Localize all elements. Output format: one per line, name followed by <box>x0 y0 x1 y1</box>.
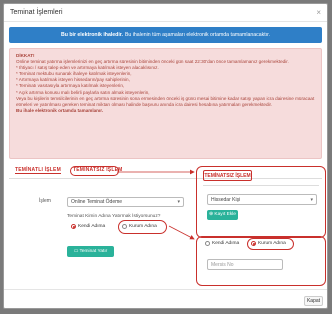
radio-kendi[interactable]: Kendi Adıma <box>71 224 105 229</box>
islem-label: İşlem <box>39 198 51 204</box>
radio-kurum[interactable]: Kurum Adına <box>122 224 157 229</box>
panel-radio-kurum-icon[interactable] <box>251 241 256 246</box>
panel-tab-teminatsiz[interactable]: TEMİNATSIZ İŞLEM <box>203 170 252 181</box>
kapat-button[interactable]: Kapat <box>304 296 323 306</box>
close-icon[interactable]: × <box>316 8 321 17</box>
arrow-kurum-to-panel <box>168 225 195 240</box>
radio-kendi-label: Kendi Adıma <box>78 224 106 229</box>
tab-teminatli[interactable]: TEMİNATLI İŞLEM <box>15 167 61 174</box>
teminat-question: Teminat Kimin Adına Yatırmak İstiyorsunu… <box>67 214 161 219</box>
modal-header: Teminat İşlemleri × <box>4 4 327 22</box>
panel-radio-kurum[interactable]: Kurum Adına <box>251 241 286 246</box>
warning-bold-line: Bu ihale elektronik ortamda tamamlanır. <box>16 107 104 113</box>
kurum-panel: Kendi Adıma Kurum Adına Mersis No <box>196 236 326 286</box>
radio-kurum-icon[interactable] <box>122 224 127 229</box>
teminat-yatir-button[interactable]: ▭ Teminat Yatır <box>67 246 114 257</box>
islem-select[interactable]: Online Teminat Ödeme ▾ <box>67 197 184 207</box>
mersis-input[interactable]: Mersis No <box>207 259 283 270</box>
warning-box: DİKKAT! Online teminat yatırma işlemleri… <box>9 48 322 159</box>
kayit-ekle-button[interactable]: ⊕ Kayıt Ekle <box>207 210 238 220</box>
warning-line: Veya bu kişilerin temsilcilerinin en geç… <box>16 95 315 107</box>
radio-kurum-label: Kurum Adına <box>129 224 157 229</box>
banner-bold-text: Bu bir elektronik ihaledir. <box>60 32 123 38</box>
panel-radio-kurum-label: Kurum Adına <box>258 241 286 246</box>
hissedar-select[interactable]: Hissedar Kişi ▾ <box>207 194 317 205</box>
tab-teminatsiz[interactable]: TEMİNATSIZ İŞLEM <box>73 167 123 173</box>
panel-radio-kendi[interactable]: Kendi Adıma <box>205 241 239 246</box>
info-banner: Bu bir elektronik ihaledir. Bu ihalenin … <box>9 27 322 43</box>
chevron-down-icon: ▾ <box>177 199 180 205</box>
modal-title: Teminat İşlemleri <box>10 9 63 16</box>
panel-divider <box>203 185 319 186</box>
panel-radio-kendi-icon[interactable] <box>205 241 210 246</box>
hissedar-select-value: Hissedar Kişi <box>211 197 241 203</box>
teminat-yatir-label: Teminat Yatır <box>79 249 108 254</box>
footer-divider <box>4 289 327 290</box>
islem-select-value: Online Teminat Ödeme <box>71 199 123 205</box>
kayit-ekle-label: Kayıt Ekle <box>214 212 236 217</box>
teminatsiz-panel: TEMİNATSIZ İŞLEM Hissedar Kişi ▾ ⊕ Kayıt… <box>196 166 326 238</box>
banner-text: Bu ihalenin tüm aşamaları elektronik ort… <box>124 32 270 38</box>
chevron-down-icon: ▾ <box>310 197 313 203</box>
radio-kendi-icon[interactable] <box>71 224 76 229</box>
teminat-modal: Teminat İşlemleri × Bu bir elektronik ih… <box>3 3 328 309</box>
panel-radio-kendi-label: Kendi Adıma <box>212 241 240 246</box>
